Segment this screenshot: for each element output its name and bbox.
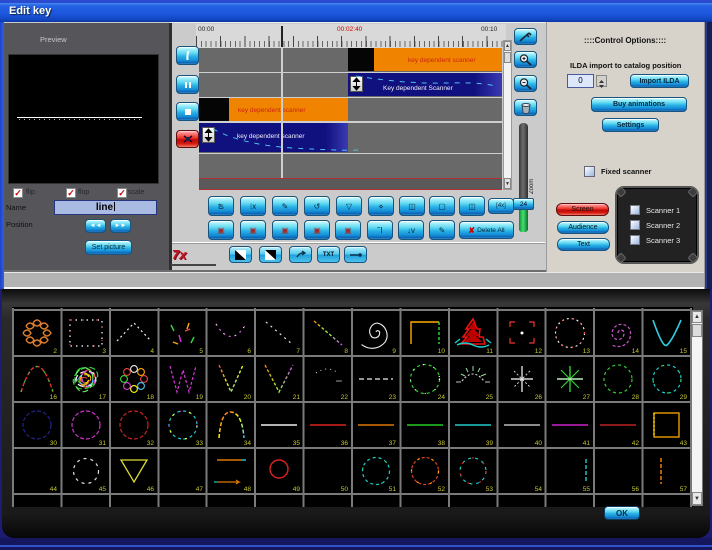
svg-text:32: 32: [147, 440, 155, 447]
svg-text:2: 2: [53, 348, 57, 355]
svg-text:27: 27: [583, 394, 591, 401]
svg-text:13: 13: [583, 348, 591, 355]
svg-text:47: 47: [196, 486, 204, 493]
svg-text:20: 20: [244, 394, 252, 401]
svg-text:40: 40: [535, 440, 543, 447]
svg-text:54: 54: [535, 486, 543, 493]
svg-text:43: 43: [680, 440, 688, 447]
svg-text:11: 11: [486, 348, 493, 355]
svg-text:28: 28: [632, 394, 640, 401]
svg-text:12: 12: [535, 348, 543, 355]
svg-text:38: 38: [438, 440, 446, 447]
svg-text:45: 45: [99, 486, 107, 493]
svg-text:41: 41: [583, 440, 591, 447]
svg-text:39: 39: [486, 440, 494, 447]
svg-text:25: 25: [486, 394, 494, 401]
svg-text:51: 51: [389, 486, 397, 493]
svg-text:48: 48: [244, 486, 252, 493]
svg-text:37: 37: [389, 440, 397, 447]
svg-text:6: 6: [247, 348, 251, 355]
svg-text:7: 7: [296, 348, 300, 355]
svg-text:23: 23: [389, 394, 397, 401]
svg-text:17: 17: [99, 394, 107, 401]
svg-text:9: 9: [392, 348, 396, 355]
svg-text:18: 18: [147, 394, 155, 401]
svg-text:22: 22: [341, 394, 349, 401]
svg-text:21: 21: [293, 394, 301, 401]
svg-text:46: 46: [147, 486, 155, 493]
svg-text:34: 34: [244, 440, 252, 447]
svg-text:30: 30: [50, 440, 58, 447]
svg-text:26: 26: [535, 394, 543, 401]
svg-text:10: 10: [438, 348, 446, 355]
svg-text:3: 3: [102, 348, 106, 355]
svg-text:44: 44: [50, 486, 58, 493]
svg-text:19: 19: [196, 394, 204, 401]
svg-text:53: 53: [486, 486, 494, 493]
svg-text:8: 8: [344, 348, 348, 355]
svg-text:56: 56: [632, 486, 640, 493]
svg-text:49: 49: [293, 486, 301, 493]
svg-text:35: 35: [293, 440, 301, 447]
svg-text:42: 42: [632, 440, 640, 447]
svg-text:4: 4: [150, 348, 154, 355]
svg-text:33: 33: [196, 440, 204, 447]
svg-text:55: 55: [583, 486, 591, 493]
svg-text:29: 29: [680, 394, 688, 401]
svg-text:57: 57: [680, 486, 688, 493]
svg-text:16: 16: [50, 394, 58, 401]
svg-text:36: 36: [341, 440, 349, 447]
svg-text:24: 24: [438, 394, 446, 401]
svg-text:5: 5: [199, 348, 203, 355]
svg-text:50: 50: [341, 486, 349, 493]
svg-text:52: 52: [438, 486, 446, 493]
svg-text:31: 31: [99, 440, 107, 447]
svg-text:14: 14: [632, 348, 640, 355]
svg-text:15: 15: [680, 348, 688, 355]
